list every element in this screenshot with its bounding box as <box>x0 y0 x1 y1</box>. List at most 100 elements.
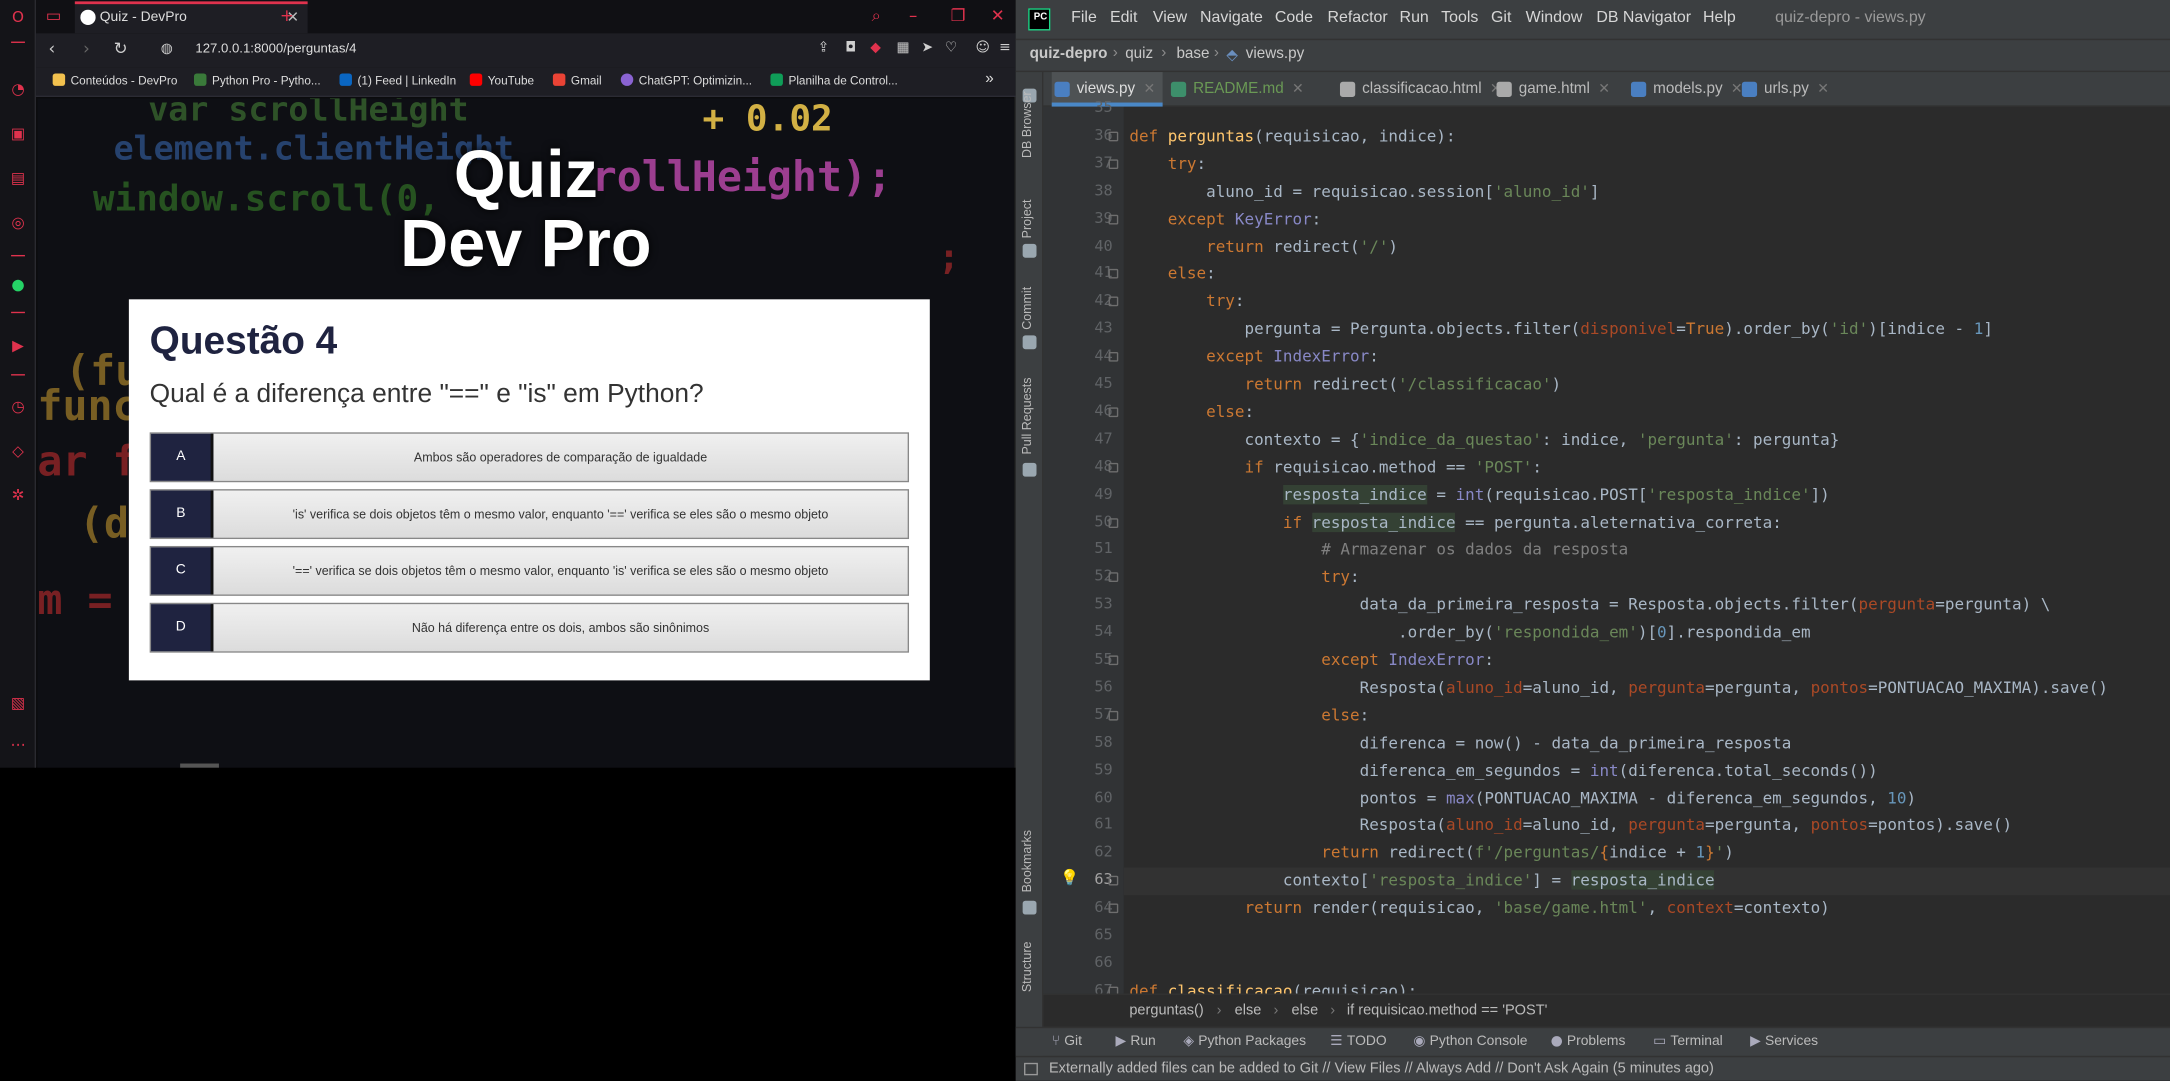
tool-pull-requests[interactable]: Pull Requests <box>1020 378 1034 455</box>
new-tab-icon[interactable]: + <box>280 4 294 26</box>
fold-marker-icon[interactable] <box>1108 517 1119 528</box>
bookmark-item[interactable]: Planilha de Control... <box>770 73 898 87</box>
back-icon[interactable]: ‹ <box>48 39 55 58</box>
option-b-button[interactable]: B 'is' verifica se dois objetos têm o me… <box>149 489 910 540</box>
more-icon[interactable]: ⋯ <box>8 736 27 755</box>
tool-python-packages[interactable]: ◈ Python Packages <box>1183 1034 1306 1049</box>
breadcrumb-file[interactable]: views.py <box>1246 46 1304 63</box>
bookmark-item[interactable]: Python Pro - Pytho... <box>193 73 321 87</box>
reload-icon[interactable]: ↻ <box>114 39 128 58</box>
close-tab-icon[interactable]: ✕ <box>1598 82 1610 97</box>
fold-marker-icon[interactable] <box>1108 296 1119 307</box>
speed-dial-icon[interactable]: ◔ <box>8 80 27 99</box>
settings-icon[interactable]: ✲ <box>8 486 27 505</box>
history-icon[interactable]: ◷ <box>8 398 27 417</box>
search-tabs-icon[interactable]: ⌕ <box>872 4 881 26</box>
menu-edit[interactable]: Edit <box>1110 10 1137 27</box>
tool-git[interactable]: ⑂ Git <box>1052 1034 1082 1049</box>
bookmark-item[interactable]: YouTube <box>469 73 534 87</box>
bookmarks-icon[interactable] <box>1022 900 1037 915</box>
fold-marker-icon[interactable] <box>1108 710 1119 721</box>
profile-icon[interactable]: ☺ <box>976 40 990 55</box>
code-editor[interactable]: def perguntas(requisicao, indice): try: … <box>1123 106 2170 994</box>
breadcrumb-folder[interactable]: quiz <box>1125 46 1153 63</box>
snapshot-icon[interactable]: ◘ <box>845 40 856 55</box>
commit-icon[interactable] <box>1022 335 1037 350</box>
menu-git[interactable]: Git <box>1491 10 1511 27</box>
bookmark-item[interactable]: Gmail <box>552 73 602 87</box>
close-window-icon[interactable]: ✕ <box>991 4 1005 26</box>
tab-quiz[interactable]: Quiz - DevPro ✕ <box>74 1 308 34</box>
tool-terminal[interactable]: ▭ Terminal <box>1653 1034 1723 1049</box>
more-bookmarks-icon[interactable]: » <box>985 71 993 88</box>
crumb-if[interactable]: if requisicao.method == 'POST' <box>1347 1002 1547 1019</box>
option-d-button[interactable]: D Não há diferença entre os dois, ambos … <box>149 602 910 653</box>
tool-structure[interactable]: Structure <box>1020 942 1034 993</box>
menu-navigate[interactable]: Navigate <box>1200 10 1263 27</box>
tool-run[interactable]: ▶ Run <box>1115 1034 1155 1049</box>
menu-help[interactable]: Help <box>1703 10 1736 27</box>
tab-urls-py[interactable]: urls.py ✕ <box>1739 72 1850 107</box>
heart-icon[interactable]: ♡ <box>945 40 957 55</box>
opera-logo-icon[interactable]: O <box>8 8 27 27</box>
menu-refactor[interactable]: Refactor <box>1328 10 1388 27</box>
project-icon[interactable] <box>1022 243 1037 258</box>
instagram-icon[interactable]: ◎ <box>8 213 27 232</box>
minimize-icon[interactable]: – <box>909 4 917 26</box>
tool-commit[interactable]: Commit <box>1020 287 1034 330</box>
restore-icon[interactable]: ❐ <box>951 4 966 26</box>
extensions-icon[interactable]: ▦ <box>897 40 910 55</box>
option-a-button[interactable]: A Ambos são operadores de comparação de … <box>149 432 910 483</box>
tool-bookmarks[interactable]: Bookmarks <box>1020 830 1034 892</box>
menu-view[interactable]: View <box>1153 10 1187 27</box>
fold-marker-icon[interactable] <box>1108 269 1119 280</box>
menu-window[interactable]: Window <box>1526 10 1583 27</box>
player-icon[interactable]: ▶ <box>8 337 27 356</box>
tool-db-browser[interactable]: DB Browser <box>1020 91 1034 158</box>
adblock-icon[interactable]: ◆ <box>870 40 881 55</box>
forward-icon[interactable]: › <box>83 39 90 58</box>
cube-icon[interactable]: ◇ <box>8 442 27 461</box>
site-info-icon[interactable]: ◍ <box>161 42 173 57</box>
fold-marker-icon[interactable] <box>1108 214 1119 224</box>
bookmark-item[interactable]: ChatGPT: Optimizin... <box>620 73 752 87</box>
close-tab-icon[interactable]: ✕ <box>1817 82 1829 97</box>
easy-setup-icon[interactable]: ≡ <box>999 40 1011 55</box>
close-tab-icon[interactable]: ✕ <box>1143 82 1155 97</box>
fold-marker-icon[interactable] <box>1108 131 1119 142</box>
fold-marker-icon[interactable] <box>1108 572 1119 583</box>
url-input[interactable]: 127.0.0.1:8000/perguntas/4 <box>195 42 356 57</box>
horizontal-scrollbar[interactable] <box>180 763 219 768</box>
menu-db-navigator[interactable]: DB Navigator <box>1596 10 1691 27</box>
tool-problems[interactable]: ● Problems <box>1551 1034 1626 1049</box>
share-icon[interactable]: ⇪ <box>818 40 830 55</box>
tool-python-console[interactable]: ◉ Python Console <box>1413 1034 1527 1049</box>
tab-game-html[interactable]: game.html ✕ <box>1494 72 1626 107</box>
menu-code[interactable]: Code <box>1275 10 1313 27</box>
breadcrumb-project[interactable]: quiz-depro <box>1030 46 1108 63</box>
fold-marker-icon[interactable] <box>1108 159 1119 169</box>
menu-file[interactable]: File <box>1071 10 1097 27</box>
fold-marker-icon[interactable] <box>1108 903 1119 914</box>
tab-readme[interactable]: README.md ✕ <box>1168 72 1320 107</box>
send-icon[interactable]: ➤ <box>921 40 933 55</box>
gx-control-icon[interactable]: ▧ <box>8 694 27 713</box>
whatsapp-icon[interactable]: ● <box>8 276 27 295</box>
fold-marker-icon[interactable] <box>1108 876 1119 886</box>
menu-tools[interactable]: Tools <box>1441 10 1478 27</box>
option-c-button[interactable]: C '==' verifica se dois objetos têm o me… <box>149 545 910 596</box>
fold-marker-icon[interactable] <box>1108 407 1119 417</box>
twitch-icon[interactable]: ▤ <box>8 169 27 188</box>
breadcrumb-folder[interactable]: base <box>1176 46 1209 63</box>
fold-marker-icon[interactable] <box>1108 462 1119 473</box>
close-tab-icon[interactable]: ✕ <box>1292 82 1304 97</box>
bag-icon[interactable]: ▣ <box>8 125 27 144</box>
tab-classificacao-html[interactable]: classificacao.html✕ <box>1337 72 1517 107</box>
menu-run[interactable]: Run <box>1400 10 1429 27</box>
gx-menu-icon[interactable]: ▭ <box>46 4 62 26</box>
tool-todo[interactable]: ☰ TODO <box>1330 1034 1386 1049</box>
tool-services[interactable]: ▶ Services <box>1750 1034 1818 1049</box>
bookmark-item[interactable]: (1) Feed | LinkedIn <box>339 73 456 87</box>
fold-marker-icon[interactable] <box>1108 352 1119 362</box>
crumb-else[interactable]: else <box>1291 1002 1318 1019</box>
